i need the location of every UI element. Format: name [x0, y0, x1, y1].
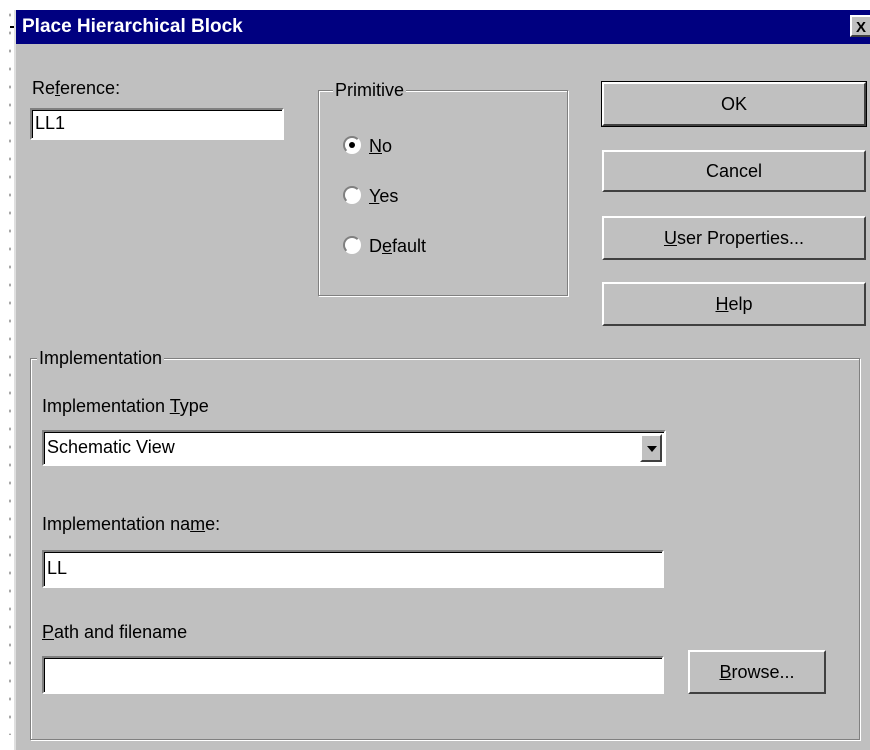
user-properties-label: User Properties...	[664, 228, 804, 249]
reference-label: Reference:	[32, 78, 120, 98]
implementation-name-post: e:	[205, 514, 221, 534]
implementation-name-mnemonic: m	[190, 514, 206, 534]
user-properties-button[interactable]: User Properties...	[602, 216, 866, 260]
primitive-default-post: fault	[392, 236, 427, 256]
path-label: Path and filename	[42, 622, 187, 642]
path-input[interactable]	[42, 656, 664, 694]
ok-button[interactable]: OK	[601, 81, 867, 127]
close-icon[interactable]: X	[850, 15, 870, 37]
primitive-yes-label: Yes	[369, 185, 398, 207]
ok-button-label: OK	[720, 93, 747, 114]
primitive-default-mnemonic: e	[382, 236, 393, 256]
implementation-name-input[interactable]: LL	[42, 550, 664, 588]
implementation-type-post: ype	[179, 396, 209, 416]
browse-label: Browse...	[719, 662, 794, 683]
close-glyph: X	[855, 19, 866, 36]
user-properties-mnemonic: U	[663, 227, 677, 248]
dialog-title: Place Hierarchical Block	[22, 16, 243, 37]
chevron-down-icon[interactable]	[640, 434, 662, 462]
primitive-yes-post: es	[379, 186, 399, 206]
implementation-name-pre: Implementation na	[42, 514, 191, 534]
primitive-no-mnemonic: N	[369, 136, 382, 156]
implementation-type-select[interactable]: Schematic View	[42, 430, 666, 466]
primitive-default-pre: D	[369, 236, 382, 256]
primitive-group: Primitive No Yes Default	[318, 80, 568, 296]
implementation-type-pre: Implementation	[42, 396, 170, 416]
path-label-post: ath and filename	[54, 622, 188, 642]
primitive-legend: Primitive	[333, 80, 407, 100]
radio-icon	[343, 186, 361, 204]
cancel-button-label: Cancel	[705, 160, 763, 181]
implementation-type-mnemonic: T	[169, 396, 180, 416]
primitive-yes-mnemonic: Y	[369, 186, 380, 206]
user-properties-post: ser Properties...	[676, 227, 805, 248]
implementation-legend: Implementation	[37, 348, 165, 368]
reference-label-pre: Re	[32, 78, 56, 98]
title-bar: Place Hierarchical Block X	[16, 10, 870, 44]
dialog-window: Place Hierarchical Block X Reference: LL…	[14, 10, 870, 750]
browse-button[interactable]: Browse...	[688, 650, 826, 694]
path-label-mnemonic: P	[42, 622, 55, 642]
implementation-name-label: Implementation name:	[42, 514, 220, 534]
primitive-no-label: No	[369, 135, 392, 157]
implementation-type-value: Schematic View	[47, 437, 175, 457]
help-post: elp	[728, 293, 753, 314]
radio-selected-dot	[349, 142, 355, 148]
primitive-no-post: o	[382, 136, 393, 156]
implementation-type-label: Implementation Type	[42, 396, 209, 416]
help-label: Help	[715, 294, 752, 315]
browse-post: rowse...	[731, 661, 795, 682]
cancel-button[interactable]: Cancel	[602, 150, 866, 192]
primitive-default-label: Default	[369, 235, 426, 257]
radio-icon	[343, 236, 361, 254]
radio-icon	[343, 136, 361, 154]
canvas-grid-edge	[0, 0, 12, 735]
reference-label-post: erence:	[60, 78, 121, 98]
help-mnemonic: H	[715, 293, 729, 314]
reference-input[interactable]: LL1	[30, 108, 284, 140]
browse-mnemonic: B	[719, 661, 732, 682]
help-button[interactable]: Help	[602, 282, 866, 326]
